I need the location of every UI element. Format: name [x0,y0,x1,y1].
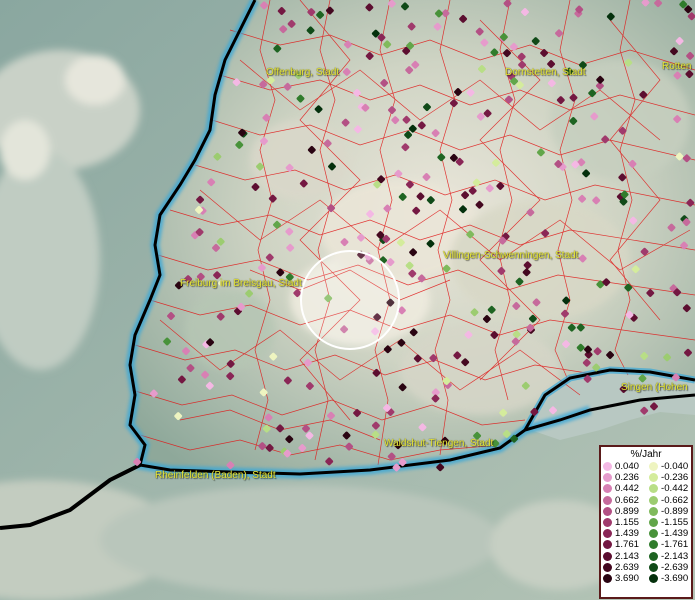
legend-label: -2.639 [661,561,689,573]
legend-item-negative: -0.040 [649,461,695,472]
legend-swatch [603,462,612,472]
legend-item-positive: 3.690 [603,573,649,584]
legend-label: 0.899 [615,505,640,517]
legend-label: -0.040 [661,461,689,473]
legend-swatch [649,506,658,516]
legend-item-negative: -1.761 [649,539,695,550]
legend-item-negative: -1.439 [649,528,695,539]
legend-swatch [649,540,658,550]
legend-swatch [603,473,612,483]
legend-label: -1.761 [661,539,689,551]
legend-item-positive: 2.143 [603,551,649,562]
legend-label: -0.899 [661,505,689,517]
legend-swatch [649,562,658,572]
legend-item-negative: -2.639 [649,562,695,573]
legend-label: -1.439 [661,528,689,540]
legend-label: 2.143 [615,550,640,562]
legend-swatch [603,506,612,516]
legend-swatch [603,484,612,494]
legend-item-negative: -0.236 [649,472,695,483]
legend-item-positive: 0.442 [603,483,649,494]
legend-label: -3.690 [661,572,689,584]
city-label-rottenburg: Rotten [662,61,692,72]
legend-label: -0.236 [661,472,689,484]
legend-item-positive: 0.662 [603,495,649,506]
legend-swatch [603,573,612,583]
city-label-villingen: Villingen-Schwenningen, Stadt [443,250,579,261]
city-label-offenburg: Offenburg, Stadt [266,67,340,78]
legend-swatch [649,484,658,494]
legend-label: 0.040 [615,461,640,473]
legend-swatch [649,573,658,583]
legend-label: 0.662 [615,494,640,506]
legend-label: 0.442 [615,483,640,495]
legend-swatch [603,518,612,528]
legend-grid: 0.040 -0.040 0.236 -0.236 0.442 -0.442 0.662 -0… [601,461,691,584]
legend-swatch [603,540,612,550]
legend-swatch [649,551,658,561]
legend-swatch [603,529,612,539]
legend-item-negative: -3.690 [649,573,695,584]
legend-item-positive: 1.761 [603,539,649,550]
city-label-waldshut: Waldshut-Tiengen, Stadt [384,438,494,449]
legend-item-positive: 2.639 [603,562,649,573]
legend-swatch [603,562,612,572]
legend-label: -0.442 [661,483,689,495]
legend-label: -1.155 [661,517,689,529]
city-label-rheinfelden: Rheinfelden (Baden), Stadt [155,470,276,481]
legend-swatch [649,473,658,483]
relief-map[interactable] [0,0,695,600]
legend-item-positive: 0.236 [603,472,649,483]
city-label-dornstetten: Dornstetten, Stadt [505,67,586,78]
legend-swatch [603,495,612,505]
highlight-circle[interactable] [300,250,400,350]
legend-label: 3.690 [615,572,640,584]
legend-item-positive: 1.439 [603,528,649,539]
legend-item-negative: -0.662 [649,495,695,506]
legend-item-negative: -2.143 [649,551,695,562]
legend-item-positive: 0.040 [603,461,649,472]
city-label-singen: Singen (Hohen [621,382,688,393]
legend-label: -0.662 [661,494,689,506]
legend-item-negative: -0.899 [649,506,695,517]
legend-swatch [649,495,658,505]
legend-label: 1.439 [615,528,640,540]
legend-label: 0.236 [615,472,640,484]
legend-item-negative: -0.442 [649,483,695,494]
legend-label: -2.143 [661,550,689,562]
legend-swatch [649,462,658,472]
legend-item-negative: -1.155 [649,517,695,528]
legend-label: 1.155 [615,517,640,529]
legend-label: 2.639 [615,561,640,573]
legend: %/Jahr 0.040 -0.040 0.236 -0.236 0.442 -0.442… [599,445,693,599]
legend-item-positive: 1.155 [603,517,649,528]
legend-label: 1.761 [615,539,640,551]
city-label-freiburg: Freiburg im Breisgau, Stadt [180,278,302,289]
legend-item-positive: 0.899 [603,506,649,517]
legend-swatch [649,529,658,539]
legend-swatch [649,518,658,528]
legend-title: %/Jahr [630,449,662,460]
legend-swatch [603,551,612,561]
